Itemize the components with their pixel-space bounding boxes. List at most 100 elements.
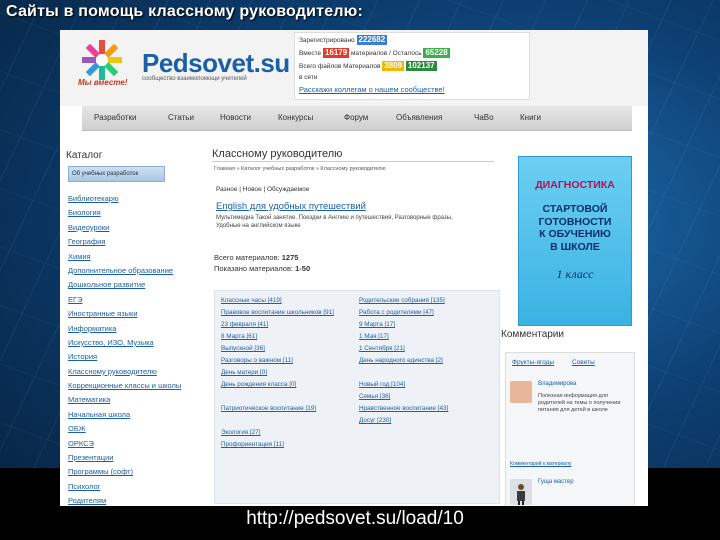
catalog-item[interactable]: Иностранные языки — [68, 307, 188, 321]
site-logo[interactable]: Pedsovet.su — [142, 48, 290, 79]
comment-text: Полезная информация для родителей на тем… — [538, 393, 621, 413]
nav-item-chavo[interactable]: ЧаВо — [474, 113, 494, 122]
catalog-item[interactable]: Библиотекарю — [68, 192, 188, 206]
sort-links[interactable]: Разное | Новое | Обсуждаемое — [216, 186, 309, 193]
catalog-item[interactable]: Биология — [68, 206, 188, 220]
comment-material-link[interactable]: Комментарий к материалу — [510, 461, 571, 467]
catalog-item[interactable]: Дошкольное развитие — [68, 278, 188, 292]
subcategory-link[interactable]: 1 Мая [17] — [359, 331, 495, 343]
share-link[interactable]: Расскажи коллегам о нашем сообществе! — [299, 85, 445, 94]
comment-author[interactable]: Гуща мастер — [538, 479, 574, 485]
subcategory-link[interactable]: Семья [36] — [359, 391, 495, 403]
nav-item-razrabotki[interactable]: Разработки — [94, 113, 136, 122]
catalog-item[interactable]: ОРКСЭ — [68, 437, 188, 451]
catalog-list: Библиотекарю Биология Видеоуроки Географ… — [68, 192, 188, 506]
subcategory-link[interactable]: День рождения класса [0] — [221, 379, 357, 403]
catalog-item[interactable]: ОБЖ — [68, 422, 188, 436]
subcategory-link[interactable]: Разговоры о важном [11] — [221, 355, 357, 367]
registered-count: 222682 — [356, 35, 388, 45]
banner-body: СТАРТОВОЙ ГОТОВНОСТИ К ОБУЧЕНИЮ В ШКОЛЕ — [538, 203, 612, 253]
nav-item-obyavleniya[interactable]: Объявления — [396, 113, 442, 122]
catalog-item[interactable]: Психолог — [68, 480, 188, 494]
subcategory-link[interactable]: День народного единства [2] — [359, 355, 495, 379]
catalog-item[interactable]: Информатика — [68, 322, 188, 336]
catalog-item[interactable]: История — [68, 350, 188, 364]
site-header: Pedsovet.su сообщество взаимопомощи учит… — [60, 30, 648, 106]
subcategory-link[interactable]: Патриотическое воспитание [19] — [221, 403, 357, 427]
nav-item-novosti[interactable]: Новости — [220, 113, 251, 122]
comments-box: Фрукты-ягоды Советы Владимирова Полезная… — [505, 352, 635, 506]
comments-tab-2[interactable]: Советы — [572, 359, 595, 366]
subcategory-link[interactable]: Нравственное воспитание [43] — [359, 403, 495, 415]
stats-online: в сети — [299, 74, 318, 81]
subcategory-link[interactable]: День матери [0] — [221, 367, 357, 379]
subcategory-link[interactable]: Новый год [104] — [359, 379, 495, 391]
person-icon — [517, 484, 525, 505]
subcategory-link[interactable]: 9 Марта [17] — [359, 319, 495, 331]
banner-heading: ДИАГНОСТИКА — [535, 179, 615, 191]
catalog-item[interactable]: Классному руководителю — [68, 365, 188, 379]
subcategory-link[interactable]: Работа с родителями [47] — [359, 307, 495, 319]
subcategory-link[interactable]: 8 Марта [61] — [221, 331, 357, 343]
featured-material-link[interactable]: English для удобных путешествий — [216, 201, 366, 212]
comment-author[interactable]: Владимирова — [538, 381, 576, 387]
nav-item-konkursy[interactable]: Конкурсы — [278, 113, 313, 122]
url-caption: http://pedsovet.su/load/10 — [246, 508, 464, 529]
catalog-item[interactable]: Искусство, ИЗО, Музыка — [68, 336, 188, 350]
catalog-item[interactable]: Родителям — [68, 494, 188, 506]
remaining-count: 65228 — [423, 48, 450, 58]
subcategory-link[interactable]: Выпускной [36] — [221, 343, 357, 355]
total-count: 1275 — [281, 253, 299, 262]
logo-subtitle: сообщество взаимопомощи учителей — [142, 76, 247, 82]
stats-row-materials: Вместе 16179 материалов / Осталось 65228 — [299, 48, 450, 58]
catalog-title: Каталог — [66, 150, 103, 161]
shown-range: 1-50 — [295, 264, 311, 273]
catalog-item[interactable]: Дополнительное образование — [68, 264, 188, 278]
subcategory-link[interactable]: 23 февраля [41] — [221, 319, 357, 331]
catalog-item[interactable]: Начальная школа — [68, 408, 188, 422]
logo-flower-icon — [82, 40, 122, 80]
files-total: 102137 — [405, 61, 437, 71]
materials-count: 16179 — [322, 48, 350, 58]
catalog-item[interactable]: Математика — [68, 393, 188, 407]
subcategory-link[interactable]: Профориентация [11] — [221, 439, 357, 451]
avatar — [510, 381, 532, 403]
breadcrumb[interactable]: Главная » Каталог учебных разработок » К… — [214, 166, 386, 172]
stats-registered: Зарегистрировано 222682 — [299, 35, 388, 45]
subcategory-col-left: Классные часы [419] Правовое воспитание … — [221, 295, 357, 451]
material-counts: Всего материалов: 1275 Показано материал… — [214, 253, 311, 273]
logo-slogan: Мы вместе! — [78, 78, 128, 87]
comments-tab-1[interactable]: Фрукты-ягоды — [512, 359, 554, 366]
banner-footer: 1 класс — [556, 267, 594, 281]
featured-material-desc: Мультимедиа Такой занятие. Поездки в Анг… — [216, 215, 453, 229]
catalog-item[interactable]: Программы (софт) — [68, 465, 188, 479]
nav-item-stati[interactable]: Статьи — [168, 113, 194, 122]
stats-row-files: Всего файлов Материалов 3809 102137 — [299, 61, 437, 71]
subcategory-link[interactable]: 1 Сентября [21] — [359, 343, 495, 355]
title-divider — [212, 161, 494, 162]
subcategory-link[interactable]: Экология [27] — [221, 427, 357, 439]
nav-item-knigi[interactable]: Книги — [520, 113, 541, 122]
catalog-button[interactable]: Об учебных разработок — [68, 166, 165, 182]
slide-title: Сайты в помощь классному руководителю: — [6, 3, 364, 20]
subcategory-link[interactable]: Классные часы [419] — [221, 295, 357, 307]
main-nav: Разработки Статьи Новости Конкурсы Форум… — [82, 106, 632, 131]
catalog-item[interactable]: Видеоуроки — [68, 221, 188, 235]
subcategory-table: Классные часы [419] Правовое воспитание … — [214, 290, 500, 504]
subcategory-link[interactable]: Досуг [230] — [359, 415, 495, 427]
catalog-item[interactable]: Химия — [68, 250, 188, 264]
website-screenshot: Pedsovet.su сообщество взаимопомощи учит… — [60, 30, 648, 506]
nav-item-forum[interactable]: Форум — [344, 113, 368, 122]
subcategory-link[interactable]: Правовое воспитание школьников [91] — [221, 307, 357, 319]
subcategory-col-right: Родительские собрания [135] Работа с род… — [359, 295, 495, 427]
subcategory-link[interactable]: Родительские собрания [135] — [359, 295, 495, 307]
page-title: Классному руководителю — [212, 148, 343, 160]
catalog-item[interactable]: География — [68, 235, 188, 249]
catalog-item[interactable]: Презентации — [68, 451, 188, 465]
files-count: 3809 — [382, 61, 405, 71]
comments-title: Комментарии — [501, 329, 564, 340]
stats-panel: Зарегистрировано 222682 Вместе 16179 мат… — [294, 32, 530, 100]
catalog-item[interactable]: ЕГЭ — [68, 293, 188, 307]
catalog-item[interactable]: Коррекционные классы и школы — [68, 379, 188, 393]
diagnostics-banner[interactable]: ДИАГНОСТИКА СТАРТОВОЙ ГОТОВНОСТИ К ОБУЧЕ… — [518, 156, 632, 326]
